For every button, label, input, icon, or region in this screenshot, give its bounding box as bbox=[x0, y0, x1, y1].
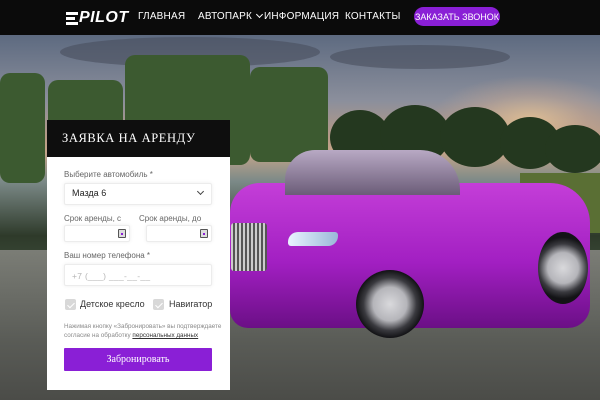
car-wheel-front bbox=[356, 270, 424, 338]
book-button[interactable]: Забронировать bbox=[64, 348, 212, 371]
navigator-checkbox[interactable] bbox=[153, 299, 164, 310]
order-call-button[interactable]: ЗАКАЗАТЬ ЗВОНОК bbox=[414, 7, 500, 26]
date-to-label: Срок аренды, до bbox=[139, 214, 202, 223]
nav-label: ГЛАВНАЯ bbox=[138, 11, 186, 22]
personal-data-link[interactable]: персональных данных bbox=[132, 332, 198, 339]
car-select-label: Выберите автомобиль * bbox=[64, 170, 153, 179]
chevron-down-icon bbox=[256, 10, 264, 19]
phone-label: Ваш номер телефона * bbox=[64, 251, 151, 260]
date-from-label: Срок аренды, с bbox=[64, 214, 122, 223]
nav-item-home[interactable]: ГЛАВНАЯ bbox=[138, 11, 185, 22]
rental-request-form: ЗАЯВКА НА АРЕНДУ Выберите автомобиль * М… bbox=[47, 120, 230, 390]
calendar-icon[interactable] bbox=[118, 229, 126, 238]
phone-placeholder: +7 (___) ___-__-__ bbox=[72, 271, 151, 281]
car-grille bbox=[231, 223, 267, 271]
chevron-down-icon bbox=[196, 187, 205, 196]
calendar-icon[interactable] bbox=[200, 229, 208, 238]
nav-label: ИНФОРМАЦИЯ bbox=[264, 11, 340, 22]
nav-label: КОНТАКТЫ bbox=[345, 11, 401, 22]
nav-item-contacts[interactable]: КОНТАКТЫ bbox=[345, 11, 401, 22]
nav-item-fleet[interactable]: АВТОПАРК bbox=[198, 10, 264, 22]
tree bbox=[440, 107, 510, 167]
form-title: ЗАЯВКА НА АРЕНДУ bbox=[47, 120, 230, 157]
hedge bbox=[0, 73, 45, 183]
car-select-value: Мазда 6 bbox=[72, 188, 107, 198]
car-windshield bbox=[285, 150, 460, 195]
logo[interactable]: PILOT bbox=[66, 9, 129, 27]
nav-label: АВТОПАРК bbox=[198, 11, 253, 22]
phone-input[interactable]: +7 (___) ___-__-__ bbox=[64, 264, 212, 286]
tree bbox=[545, 125, 600, 173]
car-wheel-rear bbox=[538, 232, 588, 304]
nav-item-info[interactable]: ИНФОРМАЦИЯ bbox=[264, 11, 339, 22]
logo-mark-icon bbox=[66, 11, 78, 25]
top-header: PILOT ГЛАВНАЯ АВТОПАРК ИНФОРМАЦИЯ КОНТАК… bbox=[0, 0, 600, 35]
navigator-label[interactable]: Навигатор bbox=[169, 299, 212, 309]
cloud bbox=[330, 45, 510, 69]
date-to-input[interactable] bbox=[146, 225, 212, 242]
hedge bbox=[250, 67, 328, 162]
car-headlight bbox=[288, 232, 338, 246]
logo-text: PILOT bbox=[79, 9, 129, 26]
consent-disclaimer: Нажимая кнопку «Забронировать» вы подтве… bbox=[64, 322, 232, 340]
car-select[interactable]: Мазда 6 bbox=[64, 183, 212, 205]
child-seat-checkbox[interactable] bbox=[65, 299, 76, 310]
date-from-input[interactable] bbox=[64, 225, 130, 242]
child-seat-label[interactable]: Детское кресло bbox=[80, 299, 145, 309]
